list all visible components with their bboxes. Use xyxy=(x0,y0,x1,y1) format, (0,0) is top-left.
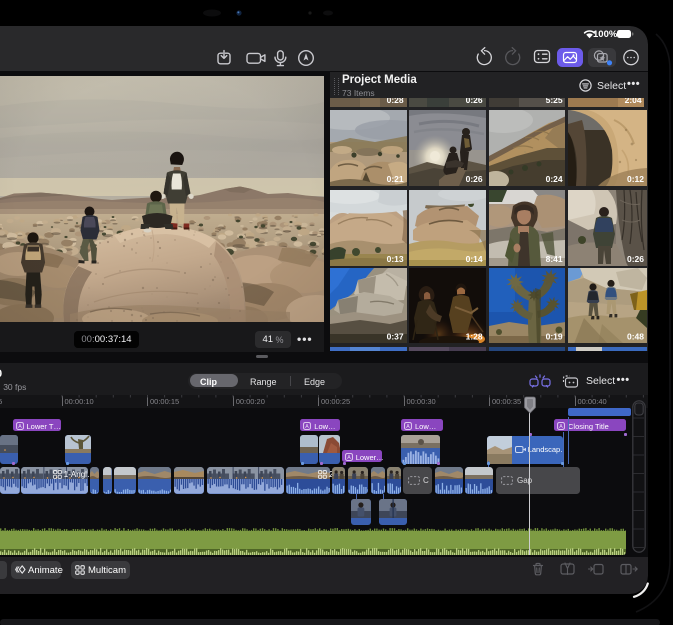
svg-text:A: A xyxy=(18,424,22,430)
svg-text:0:28: 0:28 xyxy=(387,98,404,105)
svg-text:2:04: 2:04 xyxy=(625,98,642,105)
svg-text:0:26: 0:26 xyxy=(627,254,644,264)
svg-text:0:21: 0:21 xyxy=(387,174,404,184)
svg-text:A: A xyxy=(306,424,310,430)
svg-text:0:24: 0:24 xyxy=(545,174,562,184)
svg-text:0:14: 0:14 xyxy=(466,254,483,264)
svg-text:0:12: 0:12 xyxy=(627,174,644,184)
svg-text:0:37: 0:37 xyxy=(387,331,404,341)
svg-text:0:26: 0:26 xyxy=(466,98,483,105)
svg-text:A: A xyxy=(559,424,563,430)
svg-text:8:41: 8:41 xyxy=(545,254,562,264)
svg-text:0:48: 0:48 xyxy=(627,331,644,341)
svg-text:0:19: 0:19 xyxy=(545,331,562,341)
svg-text:0:13: 0:13 xyxy=(387,254,404,264)
svg-text:A: A xyxy=(347,455,351,461)
svg-text:1:28: 1:28 xyxy=(466,331,483,341)
svg-text:A: A xyxy=(406,424,410,430)
svg-text:5:25: 5:25 xyxy=(545,98,562,105)
svg-text:0:26: 0:26 xyxy=(466,174,483,184)
